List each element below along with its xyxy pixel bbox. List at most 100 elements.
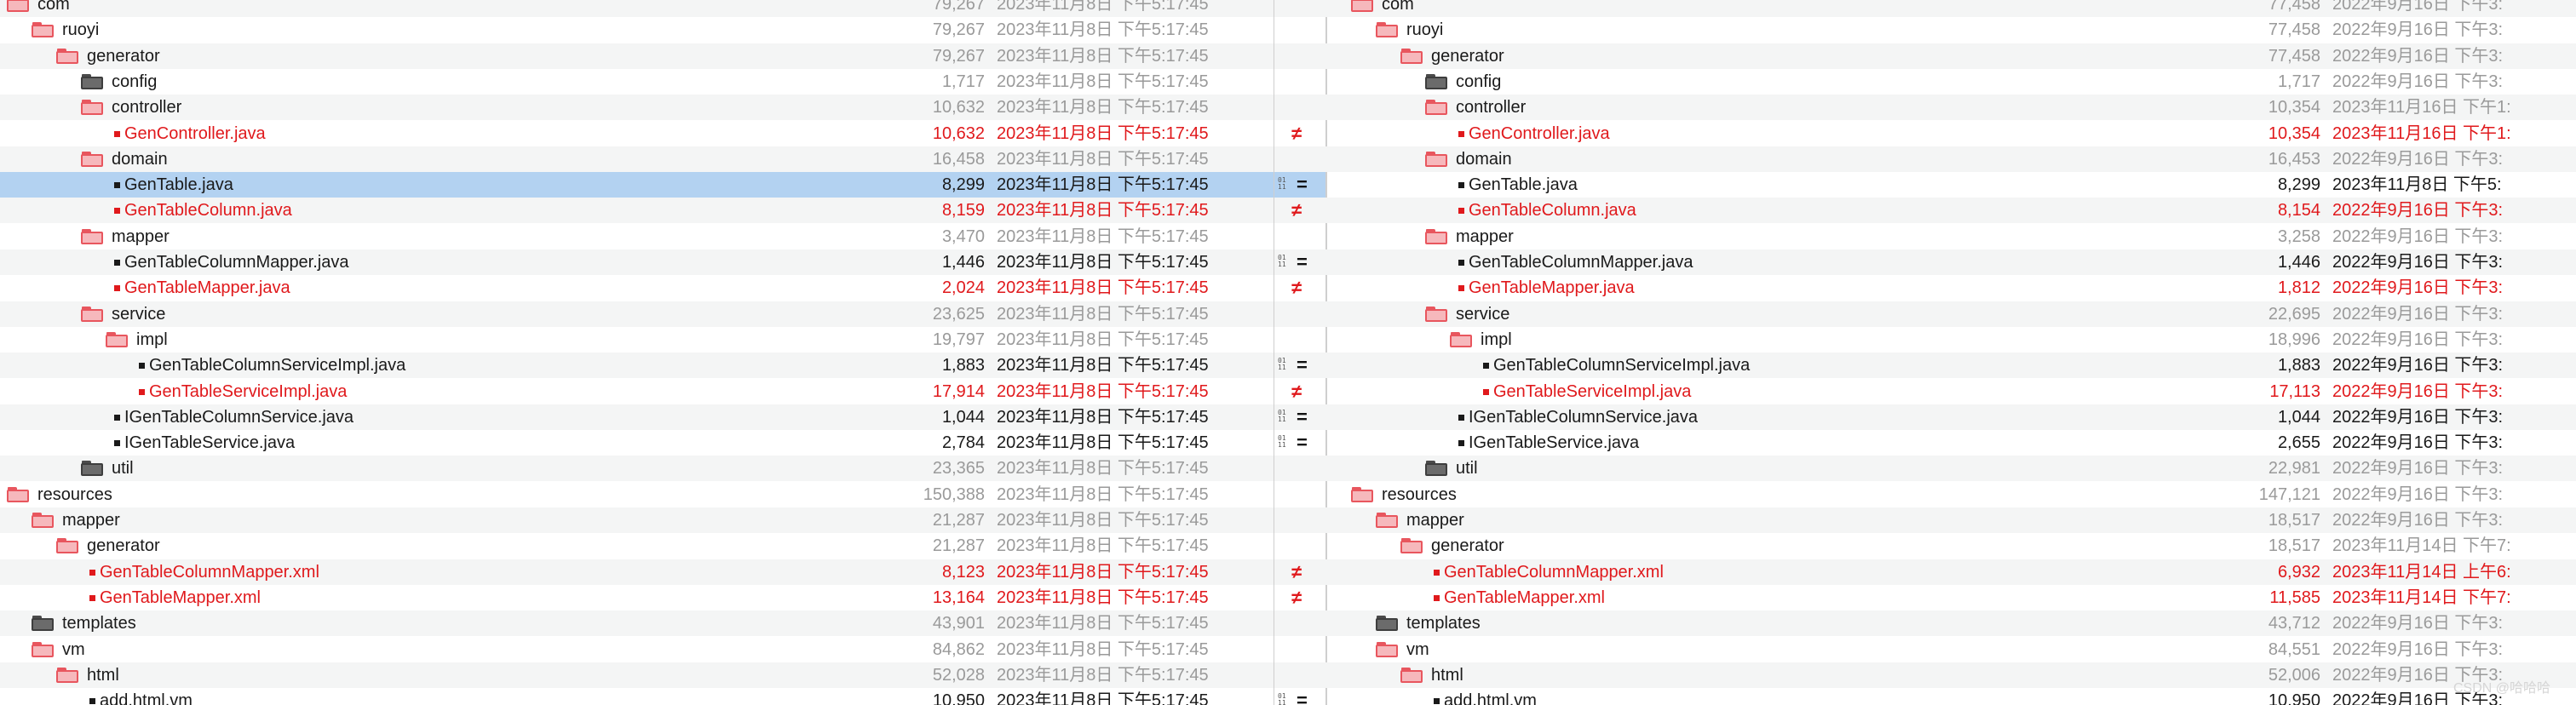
item-modified-date: 2023年11月16日 下午1:: [2332, 123, 2511, 143]
gutter-row: [1274, 662, 1325, 688]
gutter-row: 01 11 =: [1274, 172, 1325, 198]
item-name: generator: [1431, 46, 1504, 66]
file-row[interactable]: GenTableMapper.xml 11,585 2023年11月14日 下午7:: [1325, 585, 2576, 610]
folder-row[interactable]: service 23,625 2023年11月8日 下午5:17:45: [0, 301, 1274, 327]
folder-row[interactable]: impl 19,797 2023年11月8日 下午5:17:45: [0, 327, 1274, 352]
binary-compare-icon: 01 11: [1278, 176, 1286, 192]
folder-row[interactable]: vm 84,862 2023年11月8日 下午5:17:45: [0, 637, 1274, 662]
file-row[interactable]: GenTableMapper.java 1,812 2022年9月16日 下午3:: [1325, 275, 2576, 301]
file-icon: [114, 182, 120, 189]
file-row[interactable]: GenTableMapper.java 2,024 2023年11月8日 下午5:1…: [0, 275, 1274, 301]
folder-compare-window: com 79,267 2023年11月8日 下午5:17:45 ruoyi 79,267…: [0, 0, 2576, 705]
gutter-row: [1274, 95, 1325, 121]
item-name: service: [1456, 304, 1510, 324]
file-row[interactable]: GenTableColumnMapper.xml 6,932 2023年11月14日…: [1325, 559, 2576, 585]
item-modified-date: 2022年9月16日 下午3:: [2332, 484, 2504, 504]
folder-row[interactable]: generator 21,287 2023年11月8日 下午5:17:45: [0, 533, 1274, 559]
file-row[interactable]: GenTableColumnServiceImpl.java 1,883 2023年…: [0, 352, 1274, 379]
item-name: generator: [87, 46, 160, 66]
item-name: GenTableColumn.java: [1469, 201, 1636, 221]
file-icon: [114, 208, 120, 215]
folder-row[interactable]: generator 77,458 2022年9月16日 下午3:: [1325, 43, 2576, 69]
item-modified-date: 2023年11月8日 下午5:17:45: [997, 0, 1209, 14]
left-folder-pane[interactable]: com 79,267 2023年11月8日 下午5:17:45 ruoyi 79,267…: [0, 0, 1274, 705]
item-name: GenTableServiceImpl.java: [1493, 381, 1692, 401]
folder-row[interactable]: controller 10,632 2023年11月8日 下午5:17:45: [0, 95, 1274, 121]
folder-row[interactable]: controller 10,354 2023年11月16日 下午1:: [1325, 95, 2576, 121]
item-size: 3,470: [941, 226, 985, 246]
folder-row[interactable]: impl 18,996 2022年9月16日 下午3:: [1325, 327, 2576, 352]
folder-row[interactable]: mapper 3,470 2023年11月8日 下午5:17:45: [0, 224, 1274, 249]
file-row[interactable]: IGenTableColumnService.java 1,044 2022年9月1…: [1325, 404, 2576, 430]
file-row[interactable]: IGenTableColumnService.java 1,044 2023年11月…: [0, 404, 1274, 430]
folder-row[interactable]: util 23,365 2023年11月8日 下午5:17:45: [0, 456, 1274, 482]
folder-row[interactable]: generator 18,517 2023年11月14日 下午7:: [1325, 533, 2576, 559]
item-name: ruoyi: [62, 20, 100, 40]
folder-row[interactable]: resources 150,388 2023年11月8日 下午5:17:45: [0, 482, 1274, 507]
folder-row[interactable]: config 1,717 2023年11月8日 下午5:17:45: [0, 69, 1274, 95]
item-size: 79,267: [932, 46, 985, 66]
folder-row[interactable]: service 22,695 2022年9月16日 下午3:: [1325, 301, 2576, 327]
folder-open-icon: [1400, 538, 1423, 554]
folder-row[interactable]: domain 16,453 2022年9月16日 下午3:: [1325, 146, 2576, 172]
folder-row[interactable]: config 1,717 2022年9月16日 下午3:: [1325, 69, 2576, 95]
item-size: 13,164: [932, 588, 985, 607]
file-row[interactable]: GenTableColumnServiceImpl.java 1,883 2022年…: [1325, 352, 2576, 379]
file-row[interactable]: GenTableMapper.xml 13,164 2023年11月8日 下午5:1…: [0, 585, 1274, 610]
right-folder-pane[interactable]: com 77,458 2022年9月16日 下午3: ruoyi 77,458 2022年…: [1325, 0, 2576, 705]
gutter-row: 01 11 =: [1274, 352, 1325, 379]
gutter-row: [1274, 69, 1325, 95]
item-modified-date: 2023年11月8日 下午5:17:45: [997, 459, 1209, 479]
file-row[interactable]: GenTableColumnMapper.java 1,446 2022年9月16日…: [1325, 249, 2576, 275]
folder-row[interactable]: com 79,267 2023年11月8日 下午5:17:45: [0, 0, 1274, 17]
file-row[interactable]: IGenTableService.java 2,655 2022年9月16日 下午3…: [1325, 430, 2576, 456]
gutter-row: [1274, 146, 1325, 172]
file-row[interactable]: GenTableServiceImpl.java 17,914 2023年11月8日…: [0, 379, 1274, 404]
file-row[interactable]: GenTableServiceImpl.java 17,113 2022年9月16日…: [1325, 379, 2576, 404]
folder-row[interactable]: mapper 21,287 2023年11月8日 下午5:17:45: [0, 507, 1274, 533]
item-modified-date: 2023年11月8日 下午5:17:45: [997, 614, 1209, 633]
item-size: 43,712: [2268, 614, 2320, 633]
item-modified-date: 2022年9月16日 下午3:: [2332, 149, 2504, 169]
item-size: 84,551: [2268, 639, 2320, 659]
gutter-row: [1274, 224, 1325, 249]
item-size: 17,113: [2269, 381, 2320, 401]
folder-row[interactable]: com 77,458 2022年9月16日 下午3:: [1325, 0, 2576, 17]
file-row[interactable]: add.html.vm 10,950 2022年9月16日 下午3:: [1325, 688, 2576, 705]
folder-row[interactable]: templates 43,901 2023年11月8日 下午5:17:45: [0, 610, 1274, 637]
folder-row[interactable]: ruoyi 79,267 2023年11月8日 下午5:17:45: [0, 17, 1274, 43]
file-row[interactable]: GenController.java 10,354 2023年11月16日 下午1:: [1325, 121, 2576, 146]
folder-row[interactable]: vm 84,551 2022年9月16日 下午3:: [1325, 637, 2576, 662]
file-icon: [1483, 388, 1489, 395]
folder-row[interactable]: templates 43,712 2022年9月16日 下午3:: [1325, 610, 2576, 637]
file-row[interactable]: GenController.java 10,632 2023年11月8日 下午5:1…: [0, 121, 1274, 146]
file-row[interactable]: IGenTableService.java 2,784 2023年11月8日 下午5…: [0, 430, 1274, 456]
file-row[interactable]: GenTable.java 8,299 2023年11月8日 下午5:: [1325, 172, 2576, 198]
folder-row[interactable]: mapper 18,517 2022年9月16日 下午3:: [1325, 507, 2576, 533]
file-row[interactable]: GenTableColumnMapper.xml 8,123 2023年11月8日 …: [0, 559, 1274, 585]
folder-row[interactable]: util 22,981 2022年9月16日 下午3:: [1325, 456, 2576, 482]
folder-open-icon: [56, 667, 78, 684]
file-row[interactable]: GenTableColumn.java 8,159 2023年11月8日 下午5:1…: [0, 198, 1274, 224]
item-size: 22,981: [2268, 459, 2320, 479]
folder-row[interactable]: ruoyi 77,458 2022年9月16日 下午3:: [1325, 17, 2576, 43]
item-modified-date: 2023年11月8日 下午5:17:45: [997, 381, 1209, 401]
file-row[interactable]: GenTableColumn.java 8,154 2022年9月16日 下午3:: [1325, 198, 2576, 224]
identical-marker: =: [1297, 432, 1308, 454]
gutter-row: [1274, 17, 1325, 43]
file-icon: [1434, 594, 1440, 601]
folder-row[interactable]: mapper 3,258 2022年9月16日 下午3:: [1325, 224, 2576, 249]
folder-row[interactable]: html 52,006 2022年9月16日 下午3:: [1325, 662, 2576, 688]
file-row[interactable]: GenTableColumnMapper.java 1,446 2023年11月8日…: [0, 249, 1274, 275]
folder-open-icon: [1425, 306, 1447, 323]
folder-row[interactable]: resources 147,121 2022年9月16日 下午3:: [1325, 482, 2576, 507]
file-row[interactable]: add.html.vm 10,950 2023年11月8日 下午5:17:45: [0, 688, 1274, 705]
gutter-row: [1274, 533, 1325, 559]
folder-row[interactable]: generator 79,267 2023年11月8日 下午5:17:45: [0, 43, 1274, 69]
item-modified-date: 2023年11月8日 下午5:: [2332, 175, 2502, 195]
folder-row[interactable]: html 52,028 2023年11月8日 下午5:17:45: [0, 662, 1274, 688]
different-marker: ≠: [1291, 560, 1302, 582]
file-row[interactable]: GenTable.java 8,299 2023年11月8日 下午5:17:45: [0, 172, 1274, 198]
folder-row[interactable]: domain 16,458 2023年11月8日 下午5:17:45: [0, 146, 1274, 172]
file-icon: [1483, 363, 1489, 370]
